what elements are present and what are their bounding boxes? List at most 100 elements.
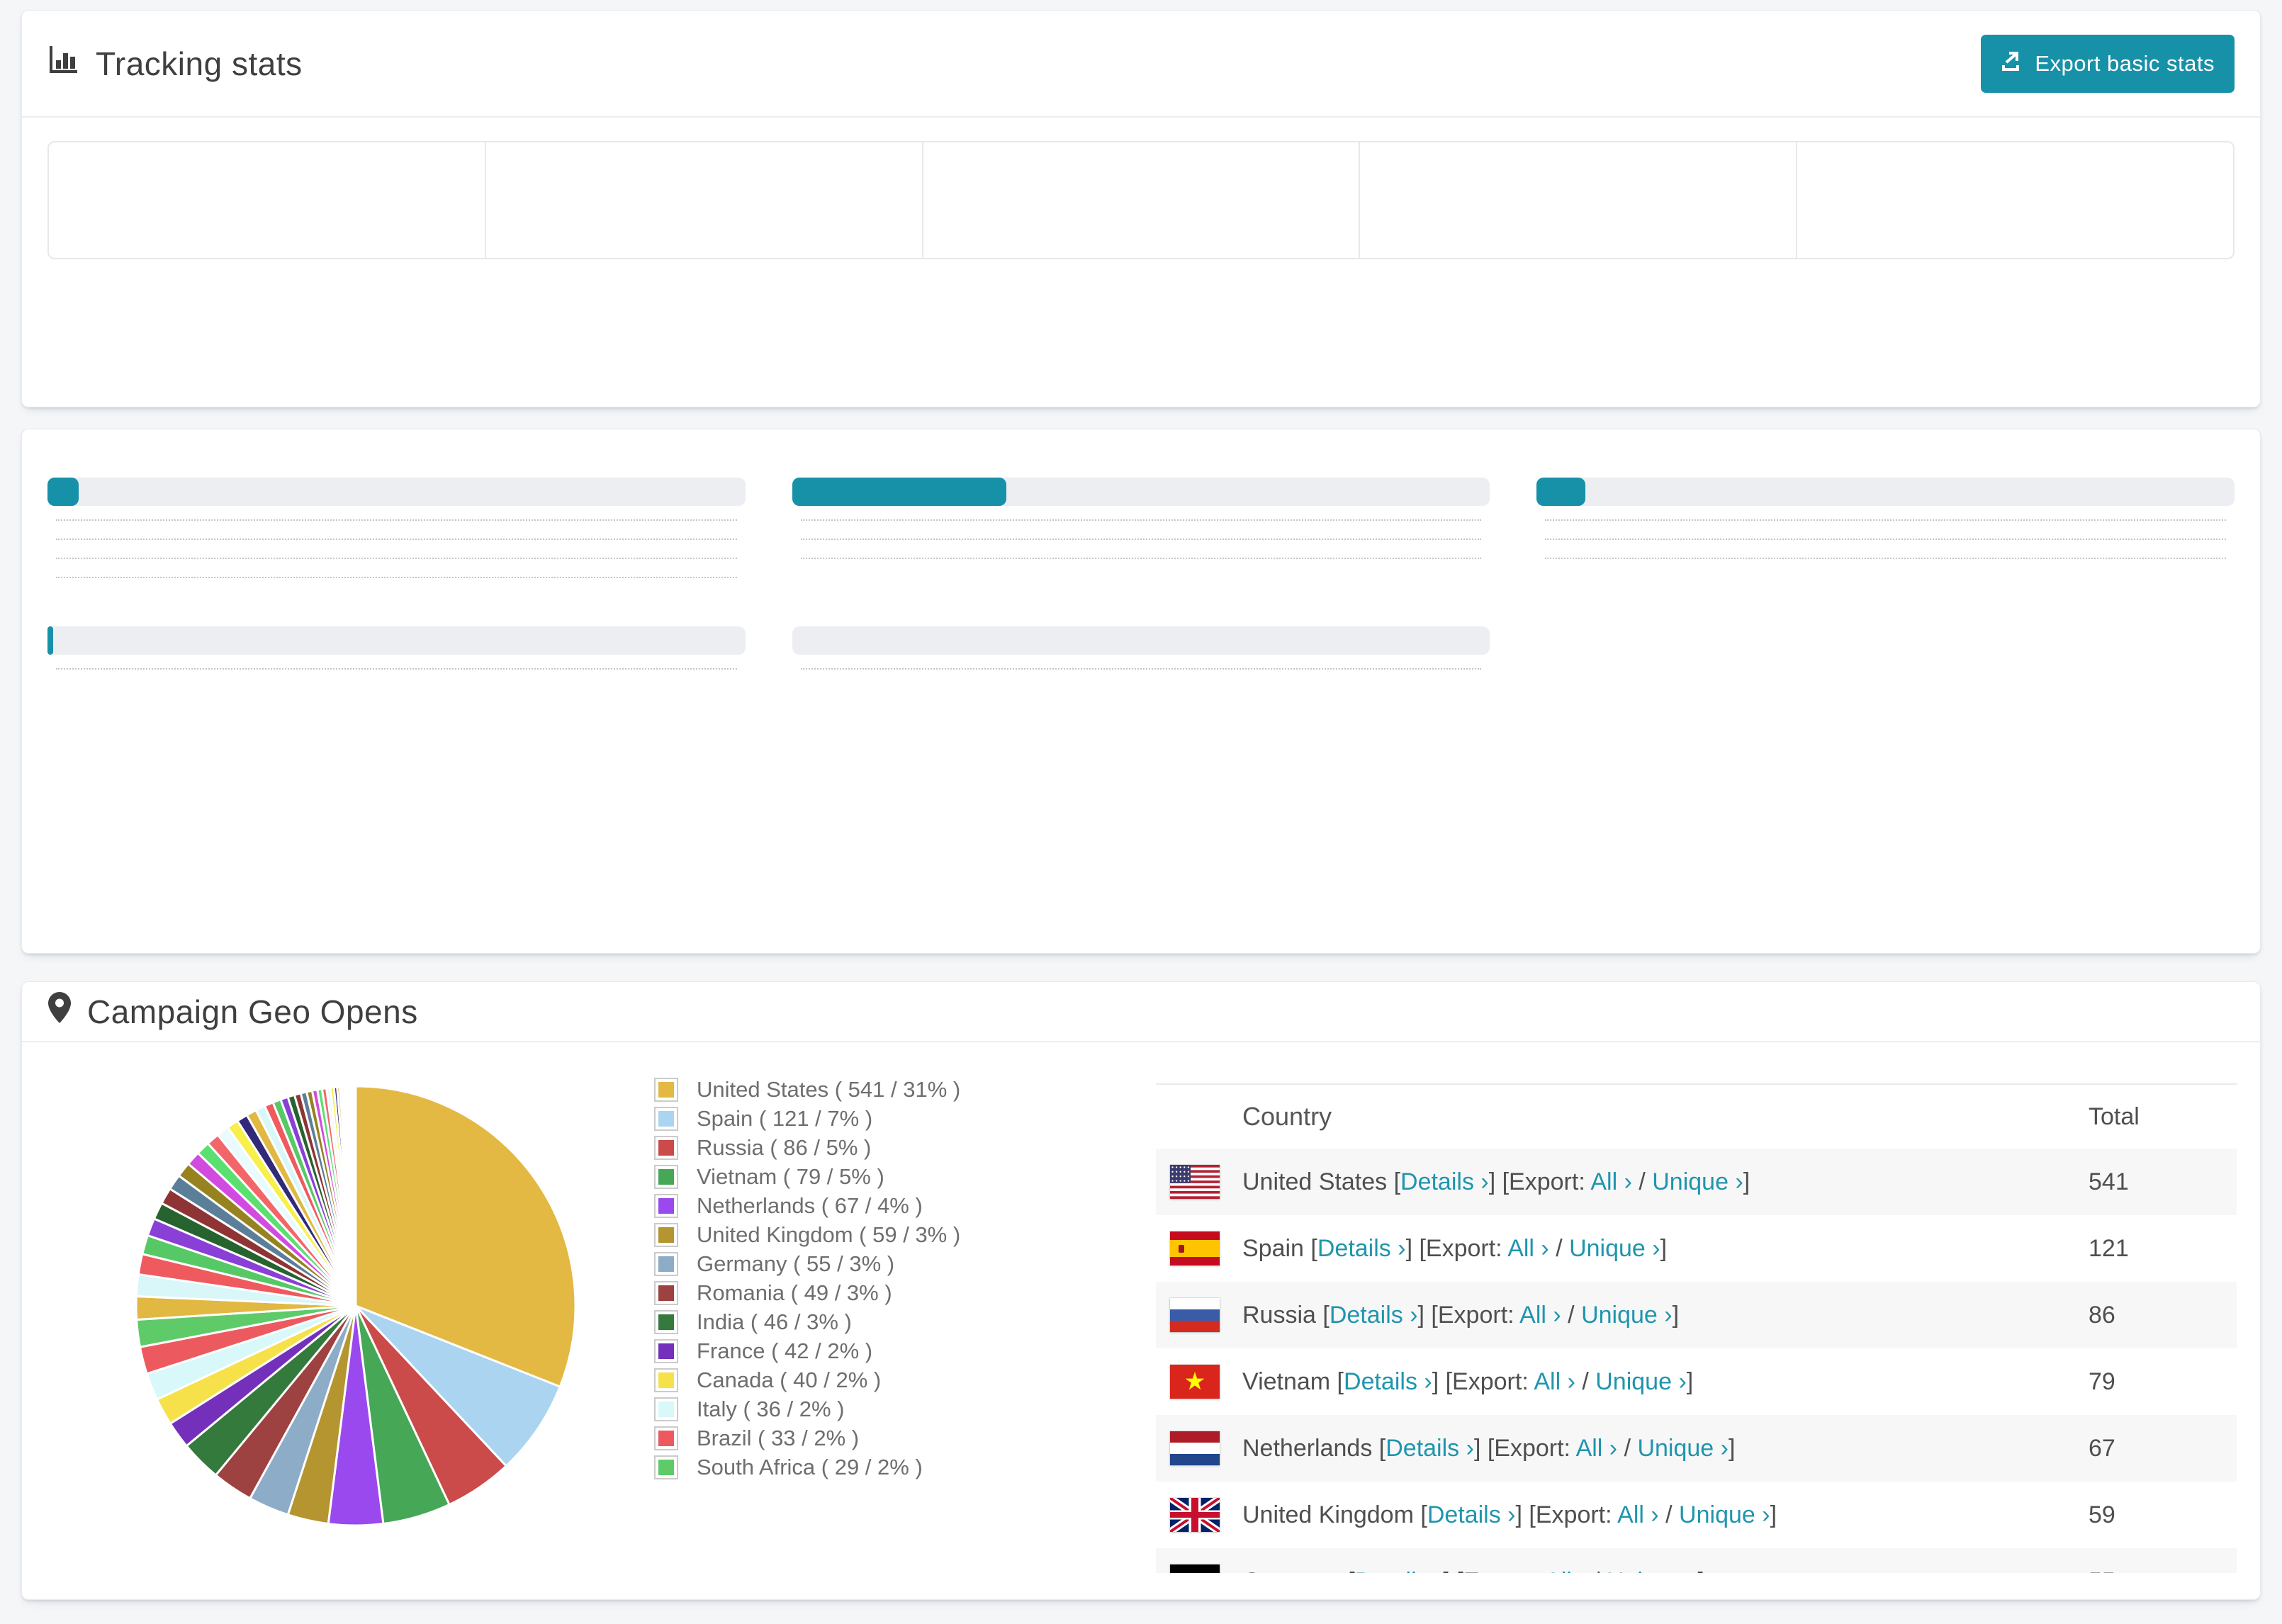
export-all-link[interactable]: All › [1545,1568,1587,1574]
rate-rows [792,519,1490,563]
export-all-link[interactable]: All › [1617,1501,1659,1528]
legend-item-germany[interactable]: Germany ( 55 / 3% ) [654,1249,960,1278]
dotted-leader [800,519,1482,521]
dotted-leader [1545,558,2226,559]
rate-detail-row [47,519,746,525]
details-link[interactable]: Details › [1400,1168,1489,1195]
geo-opens-title-wrap: Campaign Geo Opens [47,991,418,1032]
legend-item-netherlands[interactable]: Netherlands ( 67 / 4% ) [654,1191,960,1220]
export-basic-stats-button[interactable]: Export basic stats [1981,34,2235,93]
country-label: Netherlands [Details ›] [Export: All › /… [1242,1434,1736,1462]
details-link[interactable]: Details › [1317,1235,1406,1262]
dotted-leader [800,668,1482,670]
rate-detail-row [1536,558,2235,563]
legend-label: Germany ( 55 / 3% ) [697,1251,895,1276]
export-all-link[interactable]: All › [1590,1168,1632,1195]
rate-progress-track [1536,478,2235,506]
export-all-link[interactable]: All › [1576,1435,1618,1462]
flag-nl-icon [1170,1431,1220,1465]
legend-item-india[interactable]: India ( 46 / 3% ) [654,1307,960,1336]
flag-us-icon [1170,1165,1220,1199]
export-all-link[interactable]: All › [1507,1235,1549,1262]
legend-item-romania[interactable]: Romania ( 49 / 3% ) [654,1278,960,1307]
export-unique-link[interactable]: Unique › [1637,1435,1729,1462]
details-link[interactable]: Details › [1386,1435,1474,1462]
legend-label: United States ( 541 / 31% ) [697,1076,961,1102]
geo-table-row-gb: United Kingdom [Details ›] [Export: All … [1156,1482,2237,1548]
total-cell: 121 [2089,1234,2129,1262]
export-unique-link[interactable]: Unique › [1595,1368,1687,1395]
stats-summary-box [47,141,2235,259]
details-link[interactable]: Details › [1427,1501,1516,1528]
export-all-link[interactable]: All › [1519,1302,1561,1329]
rate-block-unsubscribe-rate [47,609,746,674]
rate-rows [792,668,1490,674]
legend-swatch [654,1368,678,1392]
country-cell: Spain [Details ›] [Export: All › / Uniqu… [1156,1231,2089,1265]
flag-ru-icon [1170,1298,1220,1332]
legend-item-russia[interactable]: Russia ( 86 / 5% ) [654,1133,960,1162]
rate-detail-row [792,538,1490,544]
legend-swatch [654,1426,678,1450]
export-unique-link[interactable]: Unique › [1652,1168,1743,1195]
legend-item-france[interactable]: France ( 42 / 2% ) [654,1336,960,1365]
details-link[interactable]: Details › [1344,1368,1432,1395]
total-cell: 55 [2089,1568,2237,1574]
stat-cell-opens [49,142,486,258]
map-pin-icon [47,991,72,1032]
tracking-stats-title-wrap: Tracking stats [47,43,303,84]
rate-block-complaints-rate [792,609,1490,674]
dotted-leader [800,538,1482,540]
details-link[interactable]: Details › [1355,1568,1444,1574]
rate-detail-row [1536,538,2235,544]
legend-item-vietnam[interactable]: Vietnam ( 79 / 5% ) [654,1162,960,1191]
rate-detail-row [792,668,1490,674]
legend-swatch [654,1455,678,1479]
legend-item-spain[interactable]: Spain ( 121 / 7% ) [654,1104,960,1133]
stat-cell-complaints [1360,142,1798,258]
dotted-leader [800,558,1482,559]
export-unique-link[interactable]: Unique › [1607,1568,1698,1574]
rate-rows [47,668,746,674]
country-cell: Russia [Details ›] [Export: All › / Uniq… [1156,1298,2089,1332]
legend-label: Netherlands ( 67 / 4% ) [697,1192,923,1218]
dotted-leader [56,538,737,540]
rate-detail-row [47,668,746,674]
details-link[interactable]: Details › [1330,1302,1418,1329]
country-cell: Vietnam [Details ›] [Export: All › / Uni… [1156,1365,2089,1399]
geo-country-table: Country Total United States [Details ›] … [1156,1083,2237,1573]
rate-block-opens-rate [792,461,1490,582]
export-unique-link[interactable]: Unique › [1581,1302,1673,1329]
geo-table-row-vn: Vietnam [Details ›] [Export: All › / Uni… [1156,1348,2237,1415]
rate-detail-row [792,519,1490,525]
legend-label: India ( 46 / 3% ) [697,1309,852,1334]
export-all-link[interactable]: All › [1534,1368,1575,1395]
geo-table-header: Country Total [1156,1085,2237,1149]
geo-table-rows: United States [Details ›] [Export: All ›… [1156,1149,2237,1573]
geo-opens-header: Campaign Geo Opens [22,982,2260,1042]
legend-label: France ( 42 / 2% ) [697,1338,873,1363]
legend-item-italy[interactable]: Italy ( 36 / 2% ) [654,1394,960,1423]
total-cell: 67 [2089,1434,2115,1462]
legend-item-brazil[interactable]: Brazil ( 33 / 2% ) [654,1423,960,1453]
legend-label: United Kingdom ( 59 / 3% ) [697,1222,961,1247]
flag-de-icon [1170,1564,1220,1573]
legend-item-canada[interactable]: Canada ( 40 / 2% ) [654,1365,960,1394]
geo-pie-chart [135,1085,577,1527]
legend-item-south-africa[interactable]: South Africa ( 29 / 2% ) [654,1453,960,1482]
export-button-label: Export basic stats [2035,50,2215,76]
stat-cell-clicks [486,142,923,258]
page-title: Tracking stats [96,45,303,82]
geo-table-row-us: United States [Details ›] [Export: All ›… [1156,1149,2237,1215]
legend-label: Spain ( 121 / 7% ) [697,1105,873,1131]
export-unique-link[interactable]: Unique › [1569,1235,1660,1262]
rate-progress-track [792,626,1490,655]
rate-detail-row [47,538,746,544]
tracking-stats-header: Tracking stats Export basic stats [22,11,2260,118]
legend-item-united-kingdom[interactable]: United Kingdom ( 59 / 3% ) [654,1220,960,1249]
legend-swatch [654,1397,678,1421]
legend-item-united-states[interactable]: United States ( 541 / 31% ) [654,1075,960,1104]
bar-chart-icon [47,43,80,84]
rate-progress-fill [47,478,79,506]
export-unique-link[interactable]: Unique › [1679,1501,1770,1528]
